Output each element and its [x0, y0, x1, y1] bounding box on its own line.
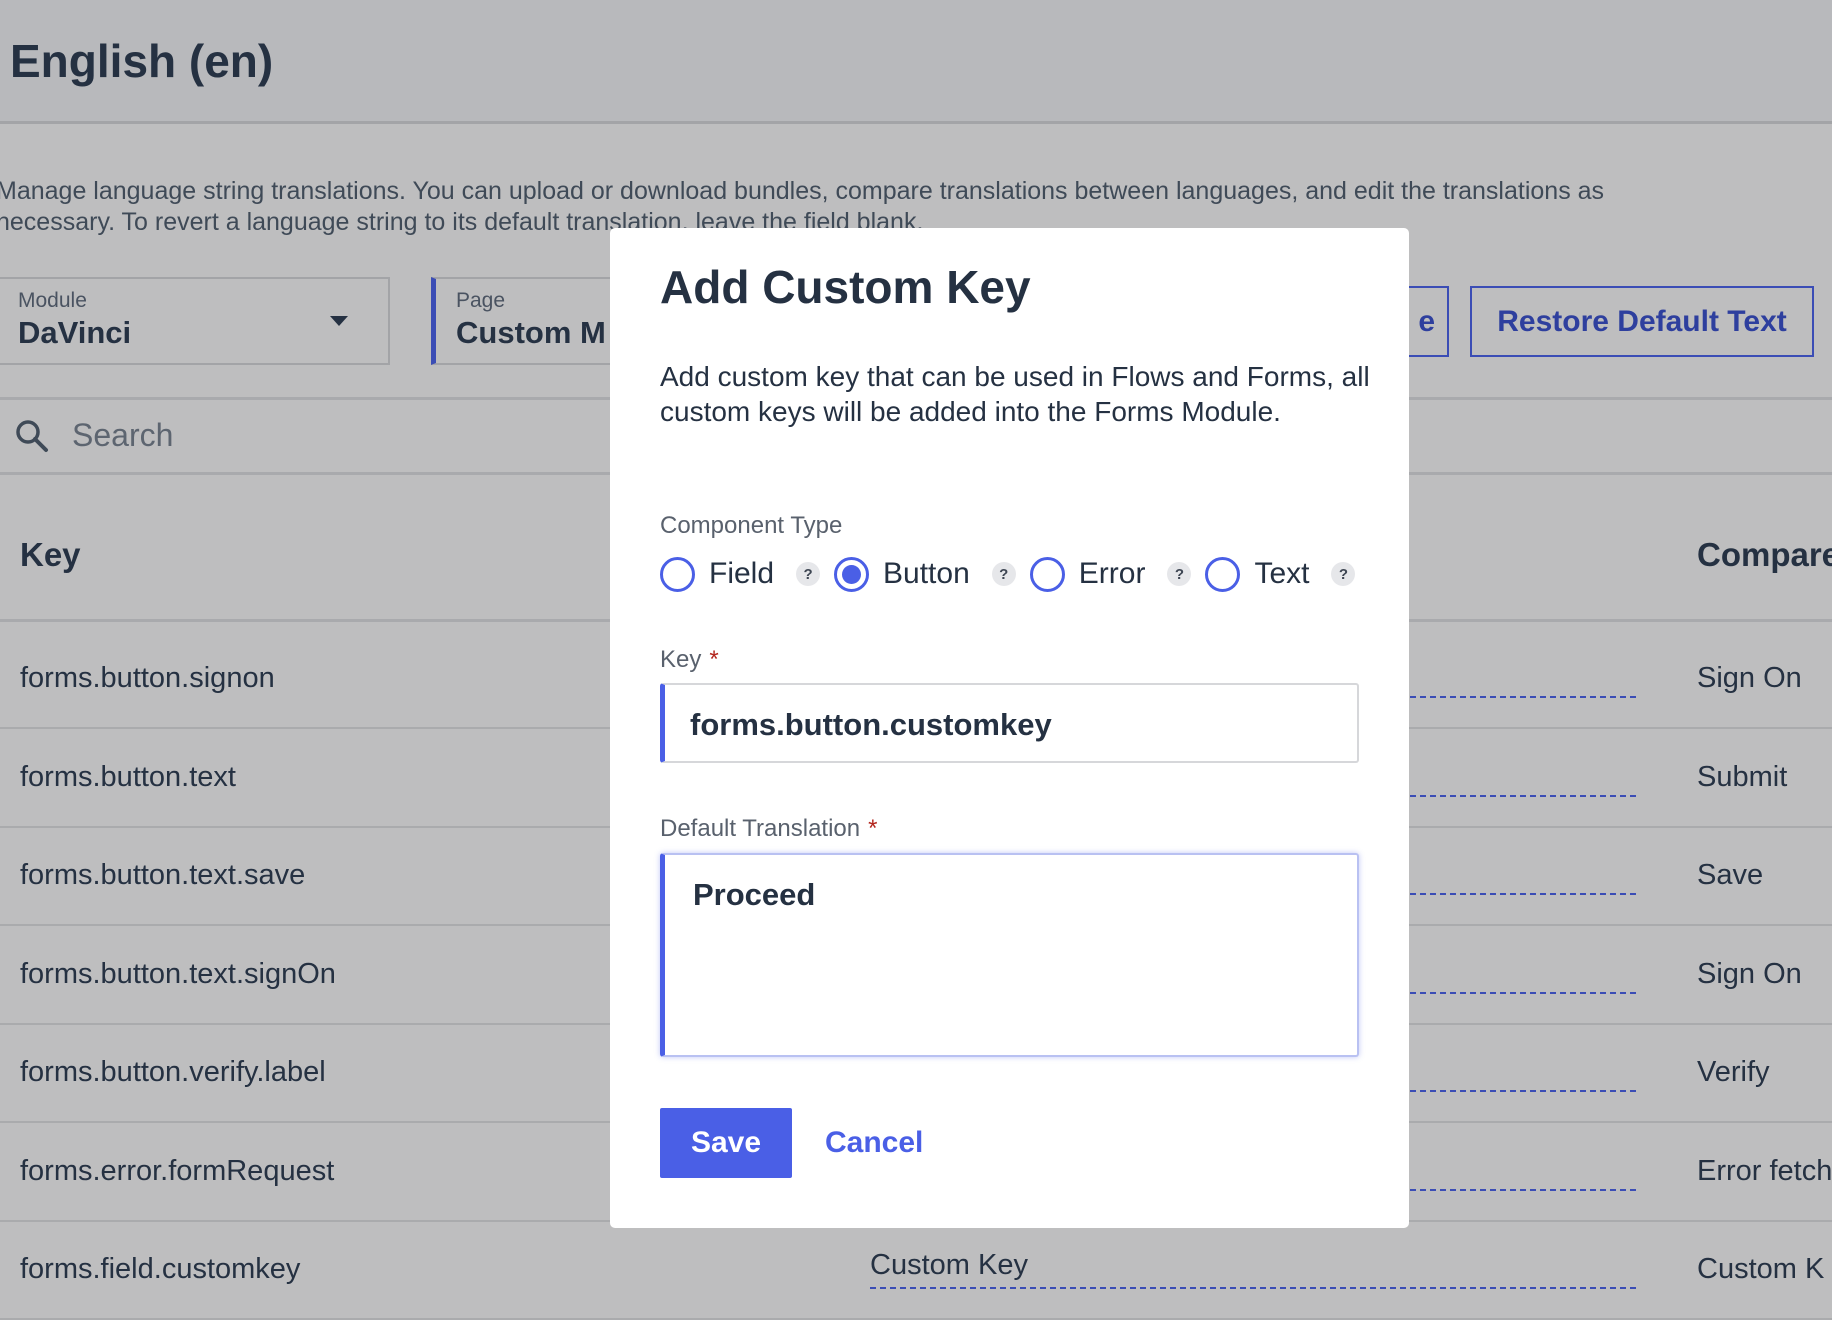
page-header	[0, 0, 1832, 124]
radio-circle-icon[interactable]	[1029, 556, 1065, 592]
row-compare: Custom K	[1697, 1253, 1825, 1285]
default-translation-label: Default Translation *	[660, 815, 877, 843]
row-key: forms.button.text.save	[20, 859, 306, 891]
required-mark: *	[868, 815, 878, 842]
row-compare: Sign On	[1697, 662, 1802, 694]
radio-label: Error	[1078, 557, 1146, 590]
chevron-down-icon[interactable]	[330, 316, 348, 326]
radio-circle-icon[interactable]	[660, 556, 695, 592]
radio-circle-icon[interactable]	[1205, 556, 1241, 592]
key-label-text: Key	[660, 646, 702, 673]
key-input[interactable]: forms.button.customkey	[660, 683, 1359, 763]
module-label: Module	[18, 289, 87, 312]
column-header-key: Key	[20, 536, 81, 573]
column-header-compare: Compare	[1697, 536, 1832, 573]
component-type-radio-group: Field? Button? Error? Text?	[660, 554, 1369, 594]
search-icon	[16, 420, 48, 452]
row-compare: Error fetch	[1697, 1154, 1832, 1187]
row-key: forms.field.customkey	[20, 1253, 301, 1285]
help-icon[interactable]: ?	[796, 562, 821, 586]
save-button[interactable]: Save	[660, 1108, 792, 1178]
help-icon[interactable]: ?	[991, 562, 1016, 586]
radio-label: Button	[883, 557, 970, 590]
page-title: English (en)	[10, 35, 274, 87]
row-compare: Sign On	[1697, 957, 1802, 990]
default-translation-textarea[interactable]: Proceed	[660, 853, 1359, 1057]
help-icon[interactable]: ?	[1331, 562, 1356, 586]
page-label: Page	[456, 289, 506, 312]
modal-title: Add Custom Key	[660, 261, 1031, 313]
default-translation-label-text: Default Translation	[660, 815, 861, 842]
radio-button[interactable]: Button?	[834, 556, 1016, 592]
help-icon[interactable]: ?	[1167, 562, 1192, 586]
radio-label: Text	[1254, 557, 1310, 590]
module-value: DaVinci	[18, 315, 132, 350]
radio-circle-icon[interactable]	[834, 556, 870, 592]
row-compare: Save	[1697, 859, 1764, 891]
page-value: Custom M	[456, 315, 606, 350]
row-key: forms.button.verify.label	[20, 1056, 326, 1088]
row-compare: Verify	[1697, 1056, 1770, 1088]
radio-field[interactable]: Field?	[660, 556, 821, 592]
row-key: forms.button.text.signOn	[20, 957, 336, 990]
row-key: forms.error.formRequest	[20, 1154, 335, 1187]
add-custom-key-modal: Add Custom Key Add custom key that can b…	[610, 228, 1409, 1228]
key-label: Key *	[660, 646, 719, 674]
row-compare: Submit	[1697, 760, 1788, 793]
search-input[interactable]: Search	[72, 417, 173, 454]
table-row: forms.field.customkey Custom Key Custom K	[0, 1221, 1832, 1320]
translation-input[interactable]: Custom Key	[870, 1249, 1636, 1289]
component-type-label: Component Type	[660, 512, 843, 539]
row-key: forms.button.text	[20, 760, 236, 793]
radio-text[interactable]: Text?	[1205, 556, 1356, 592]
row-key: forms.button.signon	[20, 662, 275, 694]
modal-description: Add custom key that can be used in Flows…	[660, 361, 1370, 427]
radio-label: Field	[709, 557, 775, 590]
required-mark: *	[709, 646, 719, 673]
radio-error[interactable]: Error?	[1029, 556, 1192, 592]
cancel-button[interactable]: Cancel	[825, 1126, 923, 1160]
restore-default-text-button[interactable]: Restore Default Text	[1470, 286, 1814, 357]
radio-selected-dot	[842, 564, 862, 584]
